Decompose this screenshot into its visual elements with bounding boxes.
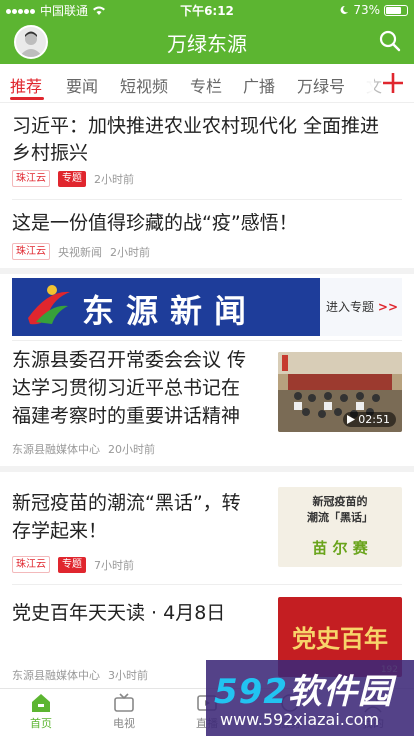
divider xyxy=(12,199,402,200)
news-meta: 东源县融媒体中心 20小时前 xyxy=(12,441,155,457)
news-title-line: 东源县委召开常委会会议 传 xyxy=(12,349,247,371)
thumb-caption-line: 新冠疫苗的 xyxy=(312,495,368,508)
thumb-caption-line: 苗 尔 赛 xyxy=(312,539,368,557)
nav-label: 首页 xyxy=(30,717,52,730)
watermark-brand: 软件园 xyxy=(287,672,393,712)
duration-label: 02:51 xyxy=(358,413,390,426)
news-title-line: 存学起来！ xyxy=(12,520,108,542)
news-meta: 珠江云 专题 2小时前 xyxy=(12,170,134,187)
tab-recommend[interactable]: 推荐 xyxy=(10,73,42,97)
watermark-number: 592 xyxy=(214,672,288,712)
source-tag: 珠江云 xyxy=(12,243,50,260)
watermark-logo: 592软件园 xyxy=(214,664,393,713)
video-duration: 02:51 xyxy=(343,412,396,427)
dongyuan-logo-icon xyxy=(28,285,70,325)
status-bar: 中国联通 下午6:12 73% xyxy=(0,0,414,20)
news-meta: 珠江云 央视新闻 2小时前 xyxy=(12,243,150,260)
channel-tabs: 推荐 要闻 短视频 专栏 广播 万绿号 文 xyxy=(0,64,414,103)
tab-short-video[interactable]: 短视频 xyxy=(120,73,168,97)
news-time: 3小时前 xyxy=(108,669,148,682)
watermark-url: www.592xiazai.com xyxy=(220,710,380,729)
source-tag: 珠江云 xyxy=(12,556,50,573)
news-title-line: 新冠疫苗的潮流“黑话”，转 xyxy=(12,492,241,514)
tab-news[interactable]: 要闻 xyxy=(66,73,98,97)
news-time: 7小时前 xyxy=(94,558,134,572)
news-source: 央视新闻 xyxy=(58,245,102,259)
nav-tv[interactable]: 电视 xyxy=(94,693,154,731)
news-meta: 东源县融媒体中心 3小时前 xyxy=(12,667,148,683)
news-time: 2小时前 xyxy=(110,245,150,259)
add-channel-icon[interactable] xyxy=(380,70,406,96)
battery-icon xyxy=(384,4,408,16)
double-chevron-icon: >> xyxy=(377,300,398,314)
nav-label: 电视 xyxy=(113,717,135,730)
news-meta: 珠江云 专题 7小时前 xyxy=(12,556,134,573)
section-gap xyxy=(0,466,414,472)
enter-topic-label: 进入专题 xyxy=(326,300,375,314)
topic-badge: 专题 xyxy=(58,556,86,573)
topic-badge: 专题 xyxy=(58,170,86,187)
news-title-line: 达学习贯彻习近平总书记在 xyxy=(12,377,241,399)
divider xyxy=(12,340,402,341)
news-title-line: 乡村振兴 xyxy=(12,142,89,164)
tv-icon xyxy=(114,693,134,712)
news-title-line: 福建考察时的重要讲话精神 xyxy=(12,405,241,427)
news-title-line: 习近平：加快推进农业农村现代化 全面推进 xyxy=(12,115,380,137)
site-watermark: 592软件园 www.592xiazai.com xyxy=(206,660,414,736)
banner-image: 东源新闻 xyxy=(12,278,320,336)
news-time: 2小时前 xyxy=(94,172,134,186)
thumb-caption-line: 潮流「黑话」 xyxy=(307,511,373,524)
tab-radio[interactable]: 广播 xyxy=(243,73,275,97)
tab-column[interactable]: 专栏 xyxy=(190,73,222,97)
thumb-title: 党史百年 xyxy=(292,624,388,653)
play-icon xyxy=(347,415,356,424)
tabs-fade xyxy=(344,64,374,102)
tab-wanlv[interactable]: 万绿号 xyxy=(297,73,345,97)
section-gap xyxy=(0,268,414,274)
active-tab-indicator xyxy=(10,97,44,100)
video-thumbnail[interactable]: 02:51 xyxy=(278,352,402,432)
battery-percent: 73% xyxy=(353,3,380,17)
source-tag: 珠江云 xyxy=(12,170,50,187)
article-thumbnail[interactable]: 新冠疫苗的 潮流「黑话」 苗 尔 赛 xyxy=(278,487,402,567)
app-header: 万绿东源 xyxy=(0,20,414,64)
topic-banner[interactable]: 东源新闻 进入专题 >> xyxy=(12,278,402,336)
news-source: 东源县融媒体中心 xyxy=(12,443,100,456)
news-title-line: 这是一份值得珍藏的战“疫”感悟！ xyxy=(12,212,298,234)
search-icon[interactable] xyxy=(378,29,402,53)
news-source: 东源县融媒体中心 xyxy=(12,669,100,682)
news-title-line: 党史百年天天读 · 4月8日 xyxy=(12,602,226,624)
app-title: 万绿东源 xyxy=(167,32,247,56)
moon-icon xyxy=(340,5,349,14)
home-icon xyxy=(32,694,50,712)
banner-title: 东源新闻 xyxy=(82,292,259,330)
enter-topic-link[interactable]: 进入专题 >> xyxy=(326,298,398,315)
nav-home[interactable]: 首页 xyxy=(11,693,71,731)
status-right: 73% xyxy=(339,3,408,17)
divider xyxy=(12,584,402,585)
news-time: 20小时前 xyxy=(108,443,155,456)
